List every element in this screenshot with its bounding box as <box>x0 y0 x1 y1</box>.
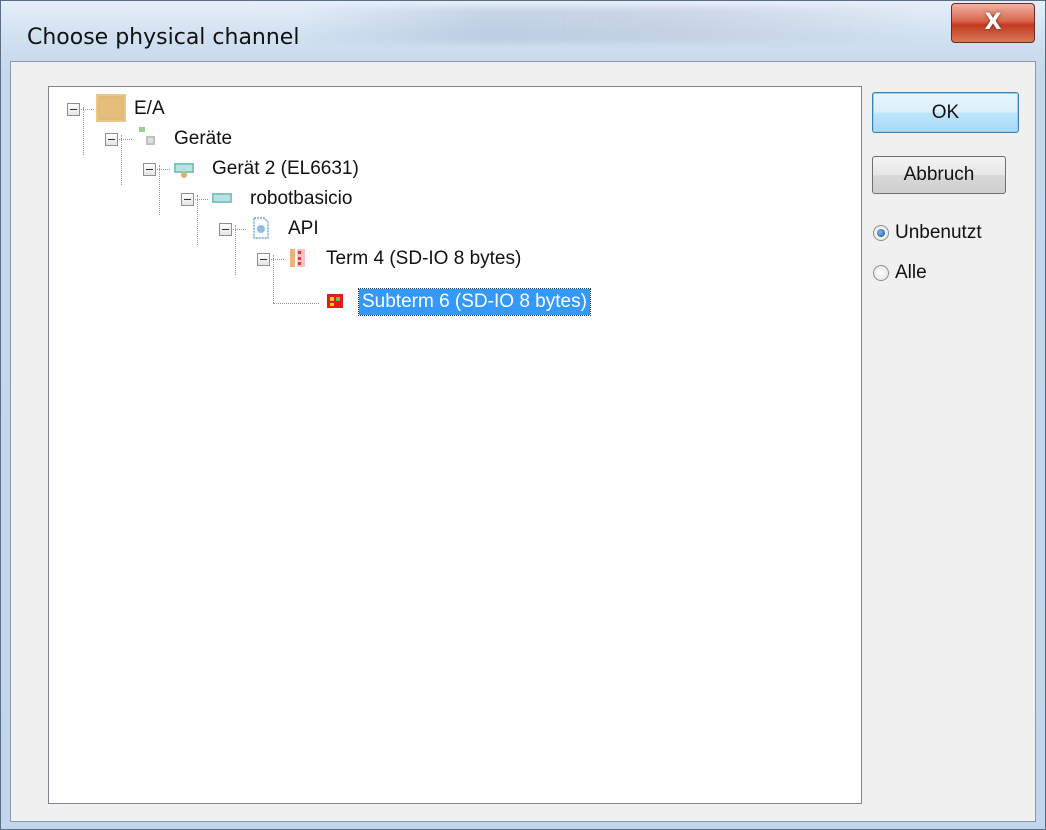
collapse-toggle-e-a[interactable] <box>67 103 80 116</box>
tree-node-label: E/A <box>134 98 165 119</box>
radio-label: Unbenutzt <box>895 222 982 243</box>
close-icon: X <box>984 10 1002 35</box>
radio-button[interactable] <box>873 265 889 281</box>
radio-button-checked[interactable] <box>873 225 889 241</box>
channel-tree[interactable]: E/A Geräte Gerät 2 (EL6631) robotbasicio… <box>48 86 862 804</box>
api-icon <box>253 217 269 239</box>
devices-icon <box>139 127 155 145</box>
ok-button[interactable]: OK <box>872 92 1019 133</box>
terminal-icon <box>290 249 305 267</box>
collapse-toggle-geraet-2[interactable] <box>143 163 156 176</box>
close-button[interactable]: X <box>951 3 1035 43</box>
dialog-title: Choose physical channel <box>27 25 300 50</box>
tree-connector <box>159 165 160 215</box>
dialog-window: Choose physical channel X E/A Geräte Ger… <box>0 0 1046 830</box>
collapse-toggle-term-4[interactable] <box>257 253 270 266</box>
tree-node-label: Geräte <box>174 128 233 149</box>
dialog-body: E/A Geräte Gerät 2 (EL6631) robotbasicio… <box>10 61 1036 822</box>
collapse-toggle-robotbasicio[interactable] <box>181 193 194 206</box>
tree-node-label: Term 4 (SD-IO 8 bytes) <box>326 248 522 269</box>
radio-unbenutzt[interactable]: Unbenutzt <box>873 222 982 244</box>
radio-label: Alle <box>895 262 927 283</box>
tree-connector <box>273 303 319 304</box>
device-icon <box>174 163 194 178</box>
tree-connector <box>121 135 122 185</box>
collapse-toggle-api[interactable] <box>219 223 232 236</box>
tree-connector <box>83 107 84 155</box>
background-window-title <box>301 7 921 43</box>
radio-alle[interactable]: Alle <box>873 262 927 284</box>
cancel-button[interactable]: Abbruch <box>872 156 1006 194</box>
collapse-toggle-geraete[interactable] <box>105 133 118 146</box>
tree-node-label: Subterm 6 (SD-IO 8 bytes) <box>358 288 591 316</box>
tree-node-label: Gerät 2 (EL6631) <box>212 158 359 179</box>
subterminal-icon <box>327 294 343 308</box>
tree-connector <box>235 225 236 275</box>
tree-node-label: API <box>288 218 319 239</box>
tree-connector <box>197 195 198 245</box>
tree-connector <box>273 255 274 303</box>
tree-node-label: robotbasicio <box>250 188 353 209</box>
io-root-icon <box>96 94 126 122</box>
box-icon <box>212 193 232 203</box>
